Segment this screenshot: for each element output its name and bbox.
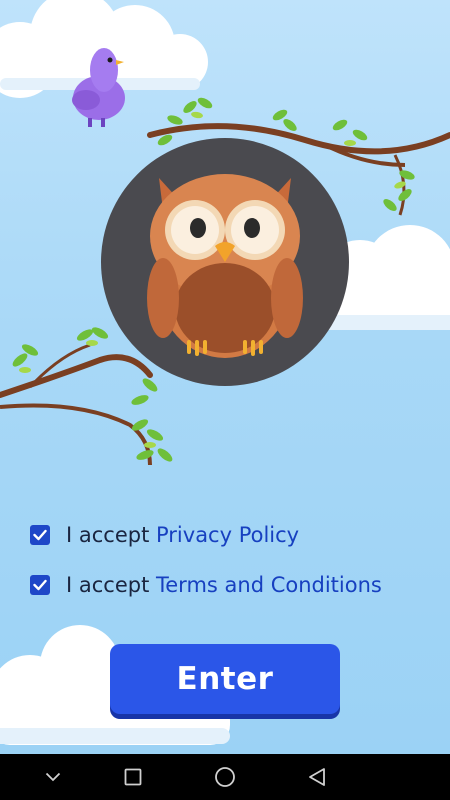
system-navbar: [0, 754, 450, 800]
checkmark-icon: [33, 579, 47, 591]
recents-square-icon: [124, 768, 142, 786]
bird-icon: [72, 48, 125, 127]
background-scene: I accept Privacy Policy I accept Terms a…: [0, 0, 450, 754]
nav-home-button[interactable]: [195, 754, 255, 800]
home-circle-icon: [215, 767, 235, 787]
privacy-consent-row: I accept Privacy Policy: [30, 523, 299, 547]
enter-button[interactable]: Enter: [110, 644, 340, 714]
terms-consent-text: I accept Terms and Conditions: [66, 573, 382, 597]
nav-collapse-button[interactable]: [23, 754, 83, 800]
nav-back-button[interactable]: [287, 754, 347, 800]
terms-consent-row: I accept Terms and Conditions: [30, 573, 382, 597]
terms-conditions-link[interactable]: Terms and Conditions: [156, 573, 382, 597]
privacy-policy-link[interactable]: Privacy Policy: [156, 523, 299, 547]
checkmark-icon: [33, 529, 47, 541]
terms-checkbox[interactable]: [30, 575, 50, 595]
owl-avatar: [101, 138, 349, 386]
back-triangle-icon: [309, 768, 325, 786]
privacy-consent-prefix: I accept: [66, 523, 156, 547]
chevron-down-icon: [45, 772, 61, 782]
terms-consent-prefix: I accept: [66, 573, 156, 597]
privacy-consent-text: I accept Privacy Policy: [66, 523, 299, 547]
nav-recents-button[interactable]: [103, 754, 163, 800]
privacy-checkbox[interactable]: [30, 525, 50, 545]
